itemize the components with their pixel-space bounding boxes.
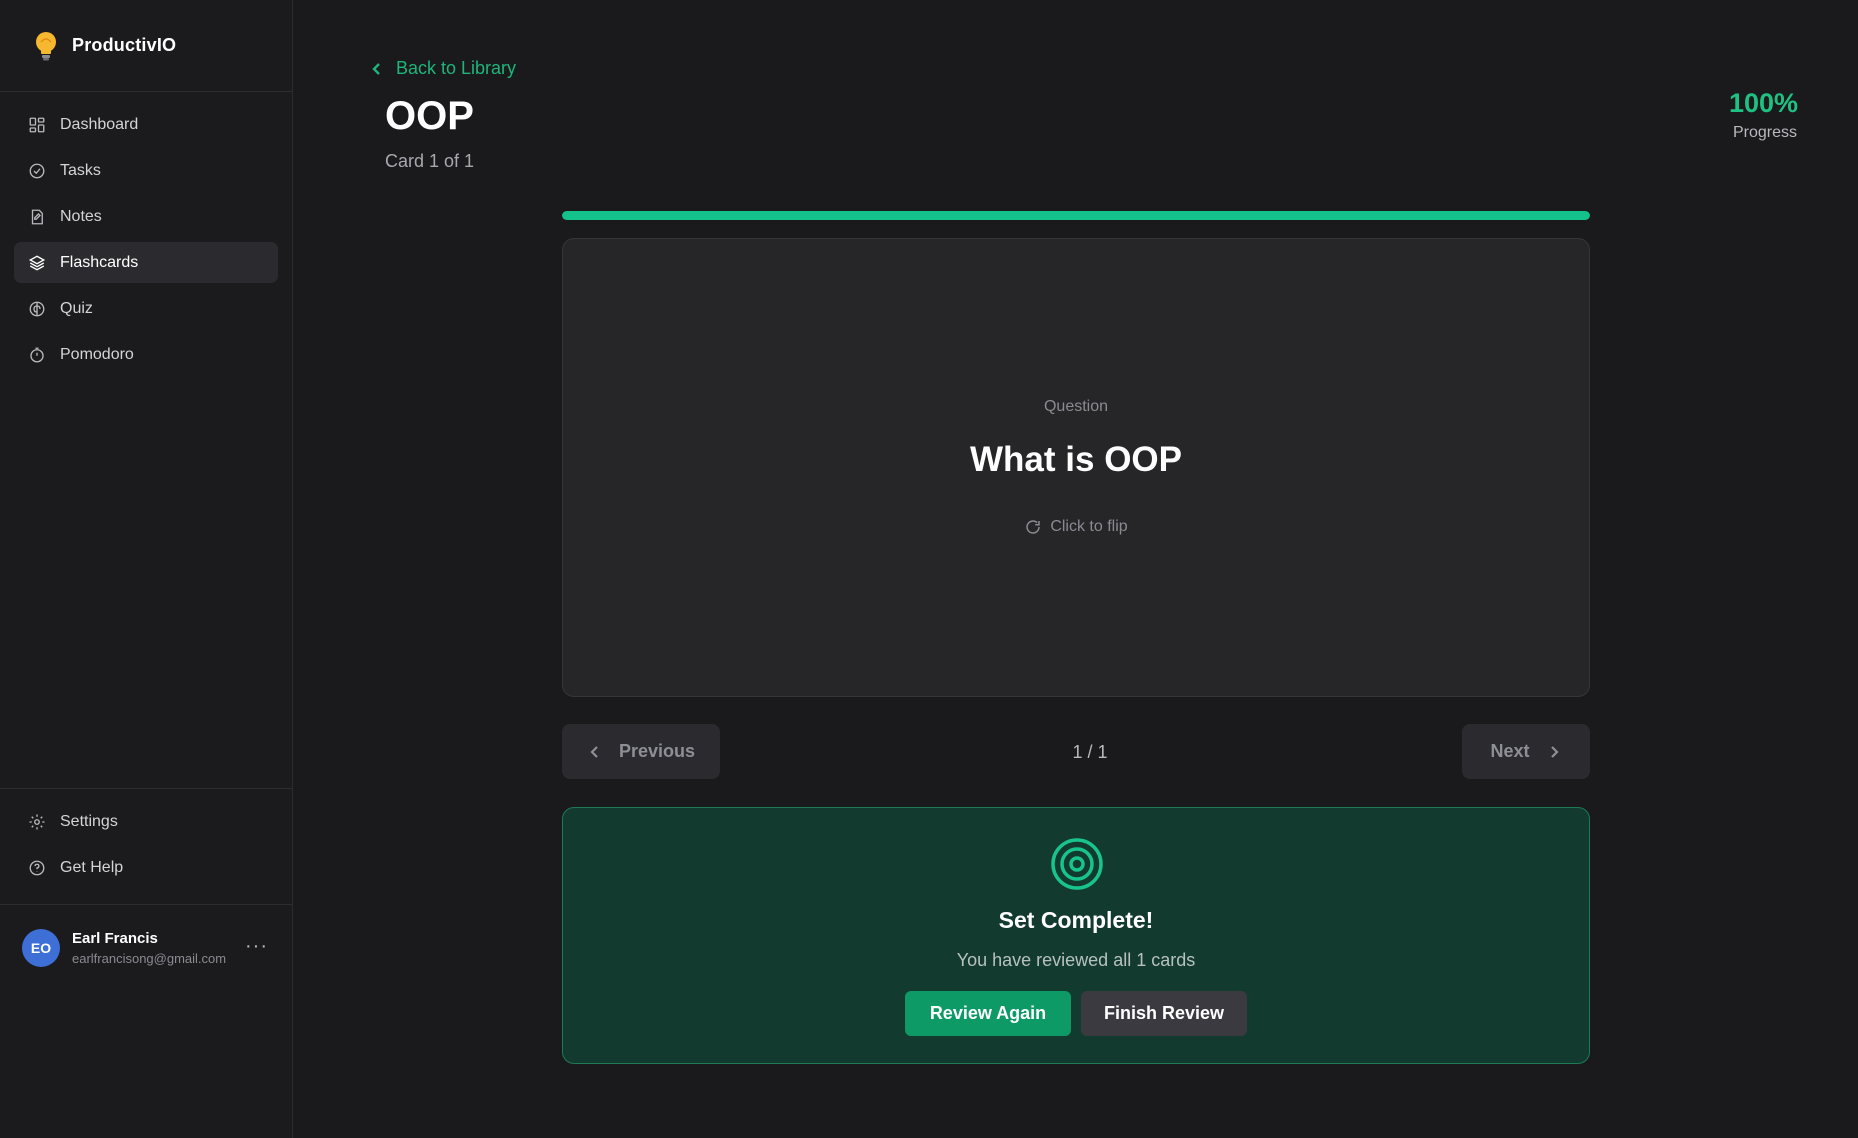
sidebar-item-label: Quiz — [60, 299, 93, 317]
flip-hint: Click to flip — [563, 518, 1589, 536]
target-icon — [1051, 838, 1103, 890]
user-info: Earl Francis earlfrancisong@gmail.com — [72, 930, 226, 966]
sidebar-nav: Dashboard Tasks Notes Flashcards Quiz Po… — [0, 92, 292, 392]
back-link-label: Back to Library — [396, 58, 517, 78]
pager: 1 / 1 — [1072, 742, 1108, 762]
brain-icon — [29, 301, 45, 316]
sidebar: ProductivIO Dashboard Tasks Notes Flashc… — [0, 0, 293, 990]
sidebar-item-notes[interactable]: Notes — [14, 196, 278, 237]
sidebar-item-get-help[interactable]: Get Help — [14, 847, 278, 888]
progress-bar — [562, 211, 1590, 220]
check-circle-icon — [29, 163, 45, 178]
card-question: What is OOP — [970, 440, 1182, 479]
sidebar-item-label: Flashcards — [60, 253, 139, 271]
sidebar-item-label: Settings — [60, 812, 118, 830]
next-label: Next — [1490, 741, 1530, 761]
sidebar-item-flashcards[interactable]: Flashcards — [14, 242, 278, 283]
complete-subtitle: You have reviewed all 1 cards — [956, 950, 1196, 970]
progress-label: Progress — [1732, 124, 1797, 141]
sidebar-item-quiz[interactable]: Quiz — [14, 288, 278, 329]
sidebar-item-label: Get Help — [60, 858, 124, 876]
avatar: EO — [22, 928, 60, 967]
previous-button[interactable]: Previous — [562, 724, 720, 779]
timer-icon — [30, 347, 44, 362]
layers-icon — [28, 254, 46, 271]
user-name: Earl Francis — [72, 929, 158, 947]
dashboard-grid-icon — [29, 117, 45, 132]
sidebar-item-pomodoro[interactable]: Pomodoro — [14, 334, 278, 375]
chevron-left-icon — [372, 62, 380, 75]
brand[interactable]: ProductivIO — [0, 0, 292, 92]
chevron-left-icon — [590, 745, 598, 758]
review-again-button[interactable]: Review Again — [905, 991, 1071, 1036]
sidebar-footer: Settings Get Help — [0, 788, 292, 905]
sidebar-background — [0, 990, 293, 1138]
flashcard[interactable]: Question What is OOP Click to flip — [562, 238, 1590, 697]
progress-fill — [562, 211, 1590, 220]
chevron-right-icon — [1550, 745, 1559, 758]
sidebar-item-label: Tasks — [60, 161, 101, 179]
set-complete-panel: Set Complete! You have reviewed all 1 ca… — [562, 807, 1590, 1064]
complete-title: Set Complete! — [998, 907, 1154, 933]
more-options-icon[interactable]: ··· — [245, 935, 268, 958]
card-side-label: Question — [1043, 398, 1109, 415]
notes-icon — [31, 209, 43, 224]
sidebar-item-dashboard[interactable]: Dashboard — [14, 104, 278, 145]
page-title: OOP — [385, 94, 474, 138]
progress-value: 100% — [1728, 88, 1798, 118]
previous-label: Previous — [618, 741, 696, 761]
back-to-library-link[interactable]: Back to Library — [370, 58, 516, 79]
help-circle-icon — [29, 860, 45, 875]
sidebar-item-settings[interactable]: Settings — [14, 801, 278, 842]
user-email: earlfrancisong@gmail.com — [72, 950, 227, 966]
card-count: Card 1 of 1 — [385, 151, 475, 171]
sidebar-item-label: Notes — [60, 207, 102, 225]
lightbulb-icon — [36, 31, 56, 60]
sidebar-item-label: Dashboard — [60, 115, 139, 133]
finish-review-button[interactable]: Finish Review — [1081, 991, 1247, 1036]
flip-hint-label: Click to flip — [1050, 518, 1128, 535]
gear-icon — [29, 814, 45, 829]
next-button[interactable]: Next — [1462, 724, 1590, 779]
sidebar-item-label: Pomodoro — [60, 345, 134, 363]
sidebar-item-tasks[interactable]: Tasks — [14, 150, 278, 191]
user-profile[interactable]: EO Earl Francis earlfrancisong@gmail.com… — [0, 904, 292, 990]
brand-name: ProductivIO — [72, 35, 177, 55]
rotate-icon — [1026, 520, 1041, 534]
